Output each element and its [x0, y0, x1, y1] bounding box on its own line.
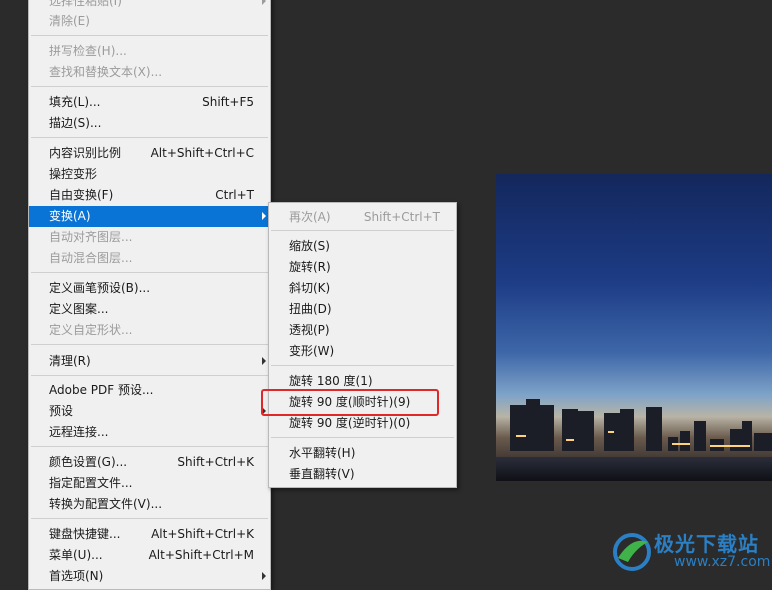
annotation-highlight-box	[261, 389, 439, 416]
submenu-arrow-icon	[262, 357, 266, 365]
menu-item-color-settings[interactable]: 颜色设置(G)... Shift+Ctrl+K	[29, 452, 270, 472]
submenu-arrow-icon	[262, 0, 266, 5]
menu-item-distort[interactable]: 扭曲(D)	[269, 299, 456, 319]
menu-item-rotate-90-ccw[interactable]: 旋转 90 度(逆时针)(0)	[269, 413, 456, 433]
menu-item-stroke[interactable]: 描边(S)...	[29, 113, 270, 133]
menu-item-rotate[interactable]: 旋转(R)	[269, 257, 456, 277]
watermark: 极光下载站 www.xz7.com	[610, 524, 770, 578]
menu-item-rotate-180[interactable]: 旋转 180 度(1)	[269, 371, 456, 391]
menu-item-convert-to-profile[interactable]: 转换为配置文件(V)...	[29, 494, 270, 514]
menu-separator	[31, 446, 268, 447]
transform-submenu: 再次(A) Shift+Ctrl+T 缩放(S) 旋转(R) 斜切(K) 扭曲(D…	[268, 202, 457, 488]
menu-separator	[31, 86, 268, 87]
menu-item-adobe-pdf-presets[interactable]: Adobe PDF 预设...	[29, 380, 270, 400]
menu-item-define-custom-shape[interactable]: 定义自定形状...	[29, 320, 270, 340]
watermark-url: www.xz7.com	[674, 554, 771, 570]
menu-item-define-brush[interactable]: 定义画笔预设(B)...	[29, 278, 270, 298]
menu-item-assign-profile[interactable]: 指定配置文件...	[29, 473, 270, 493]
menu-item-auto-blend-layers[interactable]: 自动混合图层...	[29, 248, 270, 268]
watermark-logo-icon	[613, 533, 651, 571]
menu-separator	[31, 344, 268, 345]
menu-item-flip-vertical[interactable]: 垂直翻转(V)	[269, 464, 456, 484]
menu-item-remote-connections[interactable]: 远程连接...	[29, 422, 270, 442]
menu-item-skew[interactable]: 斜切(K)	[269, 278, 456, 298]
menu-item-content-aware-scale[interactable]: 内容识别比例 Alt+Shift+Ctrl+C	[29, 143, 270, 163]
menu-item-scale[interactable]: 缩放(S)	[269, 236, 456, 256]
menu-separator	[271, 437, 454, 438]
submenu-arrow-icon	[262, 572, 266, 580]
menu-item-paste-special[interactable]: 选择性粘贴(I)	[29, 0, 270, 11]
menu-item-spell-check[interactable]: 拼写检查(H)...	[29, 41, 270, 61]
menu-item-flip-horizontal[interactable]: 水平翻转(H)	[269, 443, 456, 463]
menu-item-clear[interactable]: 清除(E)	[29, 11, 270, 31]
watermark-title: 极光下载站	[654, 532, 759, 556]
menu-item-perspective[interactable]: 透视(P)	[269, 320, 456, 340]
menu-separator	[271, 365, 454, 366]
menu-item-transform[interactable]: 变换(A)	[29, 206, 270, 227]
menu-item-auto-align-layers[interactable]: 自动对齐图层...	[29, 227, 270, 247]
menu-item-preferences[interactable]: 首选项(N)	[29, 566, 270, 586]
menu-item-warp[interactable]: 变形(W)	[269, 341, 456, 361]
menu-item-fill[interactable]: 填充(L)... Shift+F5	[29, 92, 270, 112]
menu-separator	[271, 230, 454, 231]
menu-separator	[31, 137, 268, 138]
edit-menu: 选择性粘贴(I) 清除(E) 拼写检查(H)... 查找和替换文本(X)... …	[28, 0, 271, 590]
menu-item-puppet-warp[interactable]: 操控变形	[29, 164, 270, 184]
menu-separator	[31, 518, 268, 519]
menu-separator	[31, 375, 268, 376]
menu-item-free-transform[interactable]: 自由变换(F) Ctrl+T	[29, 185, 270, 205]
menu-item-define-pattern[interactable]: 定义图案...	[29, 299, 270, 319]
canvas-photo	[496, 174, 772, 481]
menu-separator	[31, 35, 268, 36]
menu-separator	[31, 272, 268, 273]
menu-item-menus[interactable]: 菜单(U)... Alt+Shift+Ctrl+M	[29, 545, 270, 565]
menu-item-again[interactable]: 再次(A) Shift+Ctrl+T	[269, 207, 456, 227]
menu-item-purge[interactable]: 清理(R)	[29, 351, 270, 371]
menu-item-keyboard-shortcuts[interactable]: 键盘快捷键... Alt+Shift+Ctrl+K	[29, 524, 270, 544]
submenu-arrow-icon	[262, 212, 266, 220]
menu-item-presets[interactable]: 预设	[29, 401, 270, 421]
menu-item-find-replace[interactable]: 查找和替换文本(X)...	[29, 62, 270, 82]
